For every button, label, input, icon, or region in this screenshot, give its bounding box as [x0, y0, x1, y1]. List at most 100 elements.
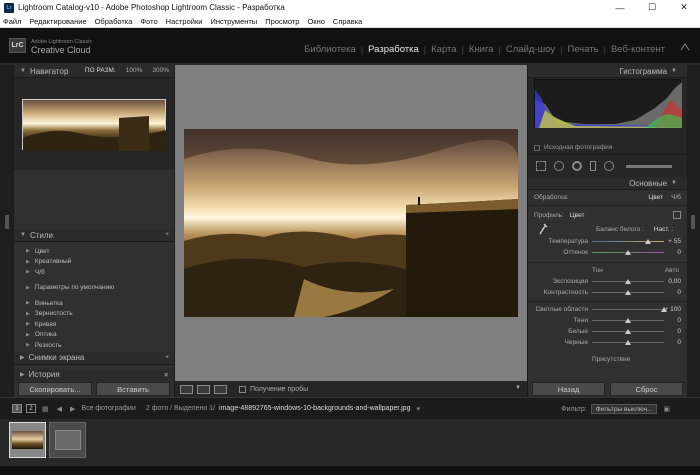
close-icon[interactable]: ✕ [668, 0, 700, 15]
paste-settings-button[interactable]: Вставить [96, 382, 170, 396]
temperature-row[interactable]: Температура + 55 [528, 236, 687, 247]
exposure-row[interactable]: Экспозиция 0,00 [528, 276, 687, 287]
crop-tool-icon[interactable] [536, 161, 546, 171]
tint-value[interactable]: 0 [677, 249, 681, 256]
source-label[interactable]: Все фотографии [81, 405, 135, 412]
menu-tools[interactable]: Инструменты [210, 17, 257, 26]
toolbar-menu-icon[interactable]: ▼ [515, 385, 521, 391]
back-arrow-icon[interactable]: ◀ [57, 405, 62, 413]
exposure-slider[interactable] [592, 278, 664, 284]
highlights-value[interactable]: + 100 [665, 306, 681, 313]
style-group-bw[interactable]: ▶ Ч/б [14, 267, 174, 278]
main-window-button[interactable]: 1 [12, 404, 22, 413]
style-group-optics[interactable]: ▶ Оптика [14, 330, 174, 341]
histogram-header[interactable]: Гистограмма ▼ [528, 65, 687, 78]
before-after-icon[interactable] [197, 384, 210, 394]
style-group-grain[interactable]: ▶ Зернистость [14, 309, 174, 320]
menu-file[interactable]: Файл [3, 17, 21, 26]
filmstrip-thumbnail[interactable] [49, 422, 86, 458]
filter-select[interactable]: Фильтры выключ... [590, 404, 658, 414]
auto-tone-button[interactable]: Авто [665, 267, 679, 274]
grid-icon[interactable]: ▦ [42, 405, 49, 413]
left-panel-edge[interactable] [0, 65, 13, 397]
original-photo-checkbox[interactable] [534, 144, 540, 151]
tint-slider[interactable] [592, 249, 664, 255]
previous-button[interactable]: Назад [532, 382, 605, 396]
main-photo[interactable] [184, 129, 518, 317]
profile-select[interactable]: Цвет [570, 212, 585, 219]
styles-header[interactable]: ▼ Стили + [14, 229, 174, 242]
menu-view[interactable]: Просмотр [265, 17, 299, 26]
temperature-slider[interactable] [592, 238, 664, 244]
zoom-fit[interactable]: ПО РАЗМ. [85, 67, 116, 74]
eyedropper-icon[interactable] [538, 223, 548, 237]
module-library[interactable]: Библиотека [299, 44, 361, 55]
blacks-row[interactable]: Черные 0 [528, 337, 687, 348]
graduated-filter-icon[interactable] [590, 161, 596, 171]
highlights-row[interactable]: Светлые области + 100 [528, 304, 687, 315]
exposure-value[interactable]: 0,00 [668, 278, 681, 285]
maximize-icon[interactable]: ☐ [636, 0, 668, 15]
right-panel-toggle-icon[interactable] [691, 215, 695, 229]
style-group-curve[interactable]: ▶ Кривая [14, 319, 174, 330]
temperature-knob[interactable] [645, 238, 651, 244]
compare-mode-icon[interactable] [214, 384, 227, 394]
zoom-100[interactable]: 100% [126, 67, 143, 74]
radial-filter-icon[interactable] [604, 161, 614, 171]
wb-select[interactable]: Наст. : [654, 226, 673, 233]
module-slideshow[interactable]: Слайд-шоу [501, 44, 560, 55]
shadows-knob[interactable] [625, 317, 631, 323]
menu-photo[interactable]: Фото [140, 17, 157, 26]
brush-slider[interactable] [626, 164, 672, 168]
navigator-preview[interactable] [14, 78, 174, 170]
shadows-row[interactable]: Тени 0 [528, 315, 687, 326]
activity-center-icon[interactable] [680, 42, 690, 52]
right-panel-edge[interactable] [687, 65, 700, 397]
original-photo-row[interactable]: Исходная фотография [528, 141, 687, 154]
style-group-defaults[interactable]: ▶ Параметры по умолчанию [14, 283, 174, 294]
add-style-icon[interactable]: + [165, 231, 169, 238]
red-eye-icon[interactable] [572, 161, 582, 171]
add-snapshot-icon[interactable]: + [165, 354, 169, 361]
blacks-slider[interactable] [592, 339, 664, 345]
exposure-knob[interactable] [625, 278, 631, 284]
minimize-icon[interactable]: — [604, 0, 636, 15]
tint-row[interactable]: Оттенок 0 [528, 247, 687, 258]
module-book[interactable]: Книга [464, 44, 499, 55]
contrast-slider[interactable] [592, 289, 664, 295]
spot-removal-icon[interactable] [554, 161, 564, 171]
contrast-knob[interactable] [625, 289, 631, 295]
module-print[interactable]: Печать [562, 44, 603, 55]
copy-settings-button[interactable]: Скопировать... [18, 382, 92, 396]
menu-develop[interactable]: Обработка [95, 17, 133, 26]
tint-knob[interactable] [625, 249, 631, 255]
whites-row[interactable]: Белые 0 [528, 326, 687, 337]
left-panel-toggle-icon[interactable] [5, 215, 9, 229]
whites-knob[interactable] [625, 328, 631, 334]
history-header[interactable]: ▶ История ✕ [14, 368, 174, 382]
treatment-bw-option[interactable]: Ч/б [671, 194, 681, 201]
module-web[interactable]: Веб-контент [606, 44, 670, 55]
clear-history-icon[interactable]: ✕ [164, 371, 169, 379]
blacks-knob[interactable] [625, 339, 631, 345]
shadows-slider[interactable] [592, 317, 664, 323]
histogram-graph[interactable] [534, 79, 682, 128]
menu-settings[interactable]: Настройки [166, 17, 203, 26]
second-window-button[interactable]: 2 [26, 404, 36, 413]
filmstrip-thumbnail[interactable] [9, 422, 46, 458]
style-group-vignette[interactable]: ▶ Виньетка [14, 298, 174, 309]
style-group-creative[interactable]: ▶ Креативный [14, 257, 174, 268]
filename-dropdown-icon[interactable]: ▾ [416, 405, 420, 413]
contrast-value[interactable]: 0 [677, 289, 681, 296]
filename-label[interactable]: image-48892765-windows-10-backgrounds-an… [219, 405, 410, 412]
loupe-view-icon[interactable] [180, 384, 193, 394]
style-group-color[interactable]: ▶ Цвет [14, 246, 174, 257]
shadows-value[interactable]: 0 [677, 317, 681, 324]
menu-window[interactable]: Окно [307, 17, 324, 26]
highlights-slider[interactable] [592, 306, 667, 312]
whites-value[interactable]: 0 [677, 328, 681, 335]
module-develop[interactable]: Разработка [363, 44, 424, 55]
style-group-sharpening[interactable]: ▶ Резкость [14, 340, 174, 351]
menu-edit[interactable]: Редактирование [29, 17, 86, 26]
basic-header[interactable]: Основные ▼ [528, 177, 687, 190]
